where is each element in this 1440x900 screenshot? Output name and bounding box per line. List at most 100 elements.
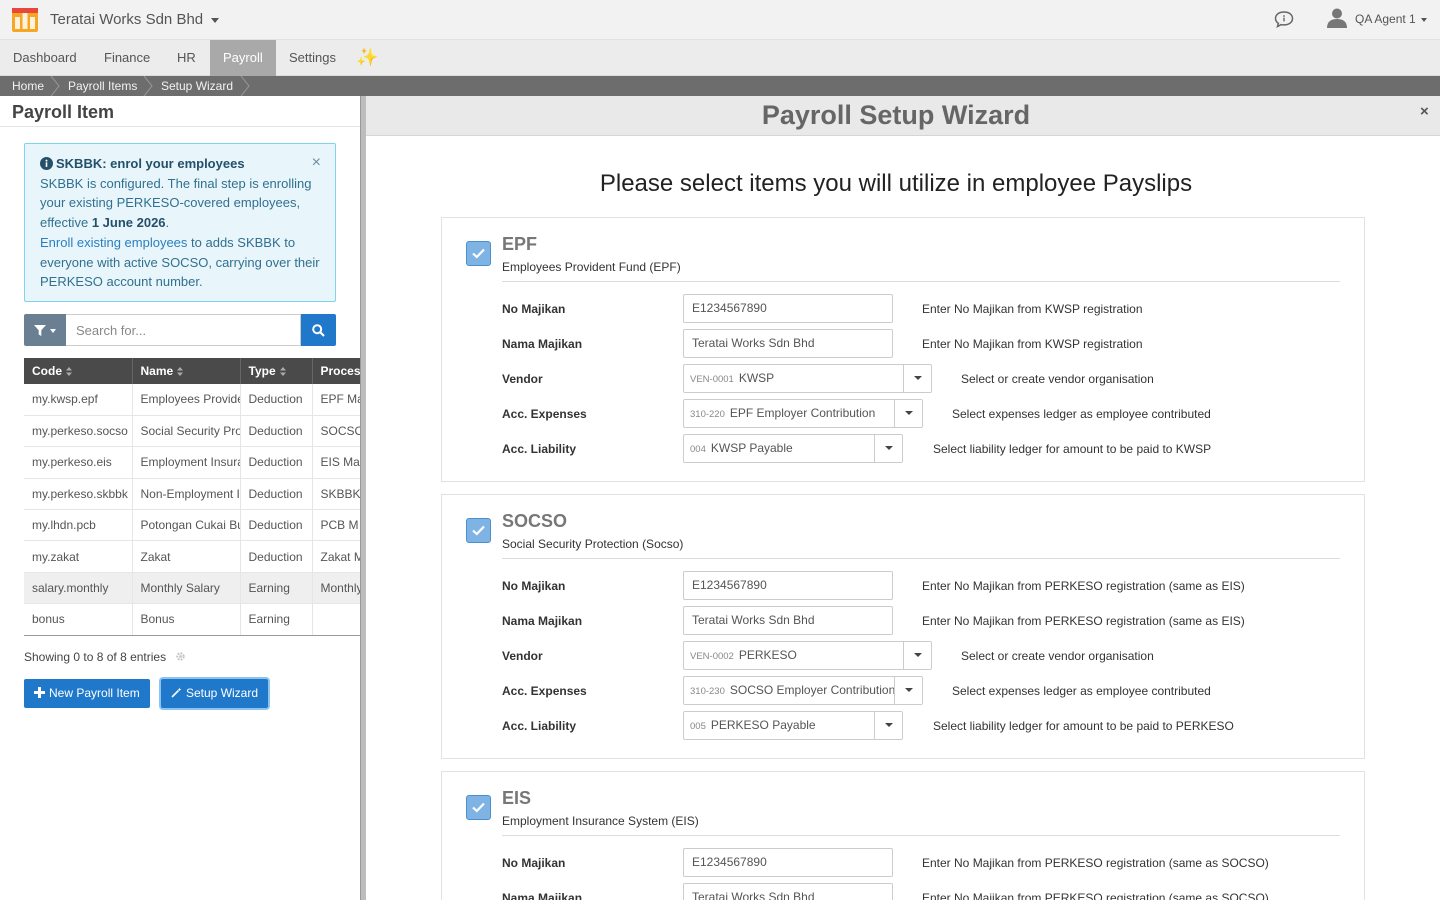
dropdown-toggle[interactable] (903, 365, 931, 392)
section-title: EIS (502, 788, 532, 808)
cell-name: Employment Insurance (132, 446, 241, 479)
chevron-down-icon (914, 653, 922, 657)
user-menu[interactable]: QA Agent 1 (1355, 12, 1427, 26)
breadcrumb-payroll-items[interactable]: Payroll Items (68, 76, 137, 96)
close-icon[interactable]: × (312, 153, 321, 173)
eis-nama-majikan-input[interactable]: Teratai Works Sdn Bhd (683, 883, 893, 900)
table-bottom-border (24, 635, 360, 636)
eis-no-majikan-input[interactable]: E1234567890 (683, 848, 893, 877)
dropdown-toggle[interactable] (894, 400, 922, 427)
chevron-down-icon (905, 688, 913, 692)
table-row[interactable]: bonus Bonus Earning (24, 603, 360, 636)
section-title: SOCSO (502, 511, 568, 531)
search-bar (24, 314, 336, 346)
breadcrumb-separator-icon (143, 76, 153, 96)
socso-checkbox[interactable] (466, 518, 491, 543)
check-icon (472, 248, 485, 259)
table-row[interactable]: my.kwsp.epfEmployees Provident FundDeduc… (24, 384, 360, 416)
enroll-employees-link[interactable]: Enroll existing employees (40, 235, 187, 250)
close-icon[interactable]: × (1420, 103, 1429, 120)
dropdown-toggle[interactable] (874, 435, 902, 462)
socso-no-majikan-input[interactable]: E1234567890 (683, 571, 893, 600)
cell-type: Deduction (240, 384, 313, 416)
column-header-code[interactable]: Code (24, 358, 133, 384)
option-code: 310-230 (690, 686, 725, 697)
filter-button[interactable] (24, 314, 66, 346)
column-header-type[interactable]: Type (240, 358, 313, 384)
cell-process (312, 603, 360, 636)
field-label: No Majikan (502, 856, 566, 870)
dropdown-toggle[interactable] (903, 642, 931, 669)
cell-code: my.perkeso.eis (24, 446, 133, 479)
epf-section: EPF Employees Provident Fund (EPF) No Ma… (441, 217, 1365, 482)
setup-wizard-button[interactable]: Setup Wizard (161, 679, 269, 708)
epf-nama-majikan-input[interactable]: Teratai Works Sdn Bhd (683, 329, 893, 358)
table-row[interactable]: my.perkeso.skbbkNon-Employment InjuryDed… (24, 478, 360, 511)
field-label: Vendor (502, 372, 543, 386)
field-help: Enter No Majikan from PERKESO registrati… (922, 891, 1269, 900)
column-header-name[interactable]: Name (132, 358, 241, 384)
cell-name: Zakat (132, 540, 241, 573)
socso-expenses-select[interactable]: 310-230 SOCSO Employer Contribution (683, 676, 923, 705)
field-label: Vendor (502, 649, 543, 663)
field-help: Select expenses ledger as employee contr… (952, 407, 1211, 421)
socso-liability-select[interactable]: 005 PERKESO Payable (683, 711, 903, 740)
eis-checkbox[interactable] (466, 795, 491, 820)
company-switcher[interactable]: Teratai Works Sdn Bhd (50, 11, 220, 28)
socso-nama-majikan-input[interactable]: Teratai Works Sdn Bhd (683, 606, 893, 635)
alert-heading: SKBBK: enrol your employees (56, 156, 245, 171)
title-divider (0, 126, 360, 127)
epf-no-majikan-input[interactable]: E1234567890 (683, 294, 893, 323)
cell-type: Deduction (240, 540, 313, 573)
cell-code: my.kwsp.epf (24, 384, 133, 416)
company-logo-icon[interactable] (12, 8, 38, 32)
column-label: Code (32, 364, 62, 378)
field-label: Nama Majikan (502, 614, 583, 628)
new-payroll-item-button[interactable]: New Payroll Item (24, 679, 150, 708)
dropdown-toggle[interactable] (874, 712, 902, 739)
plus-icon (34, 687, 45, 698)
table-row[interactable]: my.zakat Zakat Deduction Zakat M (24, 540, 360, 573)
wizard-title: Payroll Setup Wizard (761, 100, 1031, 130)
cell-code: my.zakat (24, 540, 133, 573)
epf-vendor-select[interactable]: VEN-0001 KWSP (683, 364, 932, 393)
nav-finance[interactable]: Finance (91, 40, 163, 76)
nav-hr[interactable]: HR (164, 40, 209, 76)
breadcrumb: Home Payroll Items Setup Wizard (0, 76, 1440, 96)
cell-process: PCB M (312, 509, 360, 542)
section-divider (502, 558, 1340, 559)
epf-checkbox[interactable] (466, 241, 491, 266)
epf-expenses-select[interactable]: 310-220 EPF Employer Contribution (683, 399, 923, 428)
nav-settings[interactable]: Settings (276, 40, 349, 76)
main-nav: Dashboard Finance HR Payroll Settings ✨ (0, 40, 1440, 76)
section-subtitle: Employees Provident Fund (EPF) (502, 260, 681, 274)
table-row[interactable]: my.perkeso.socsoSocial Security Protecti… (24, 415, 360, 448)
breadcrumb-separator-icon (50, 76, 60, 96)
cell-code: my.lhdn.pcb (24, 509, 133, 542)
section-subtitle: Social Security Protection (Socso) (502, 537, 684, 551)
chevron-down-icon (50, 329, 56, 333)
breadcrumb-home[interactable]: Home (12, 76, 44, 96)
dropdown-toggle[interactable] (894, 677, 922, 704)
search-input[interactable] (66, 314, 301, 346)
search-button[interactable] (301, 314, 336, 346)
cell-name: Monthly Salary (132, 572, 241, 605)
gear-icon[interactable] (175, 651, 186, 662)
entries-count: Showing 0 to 8 of 8 entries (24, 650, 167, 664)
table-row[interactable]: my.perkeso.eisEmployment InsuranceDeduct… (24, 446, 360, 479)
user-avatar-icon[interactable] (1326, 7, 1348, 29)
chevron-down-icon (211, 17, 220, 23)
sparkle-icon[interactable]: ✨ (356, 47, 378, 68)
chat-icon[interactable] (1274, 10, 1294, 28)
epf-liability-select[interactable]: 004 KWSP Payable (683, 434, 903, 463)
breadcrumb-setup-wizard[interactable]: Setup Wizard (161, 76, 233, 96)
nav-dashboard[interactable]: Dashboard (0, 40, 90, 76)
table-row[interactable]: my.lhdn.pcbPotongan Cukai BulananDeducti… (24, 509, 360, 542)
table-row[interactable]: salary.monthly Monthly Salary Earning Month… (24, 572, 360, 605)
check-icon (472, 525, 485, 536)
table-header: Code Name Type Proces (24, 358, 360, 384)
cell-code: salary.monthly (24, 572, 133, 605)
column-header-process[interactable]: Proces (312, 358, 360, 384)
nav-payroll[interactable]: Payroll (210, 40, 276, 76)
socso-vendor-select[interactable]: VEN-0002 PERKESO (683, 641, 932, 670)
